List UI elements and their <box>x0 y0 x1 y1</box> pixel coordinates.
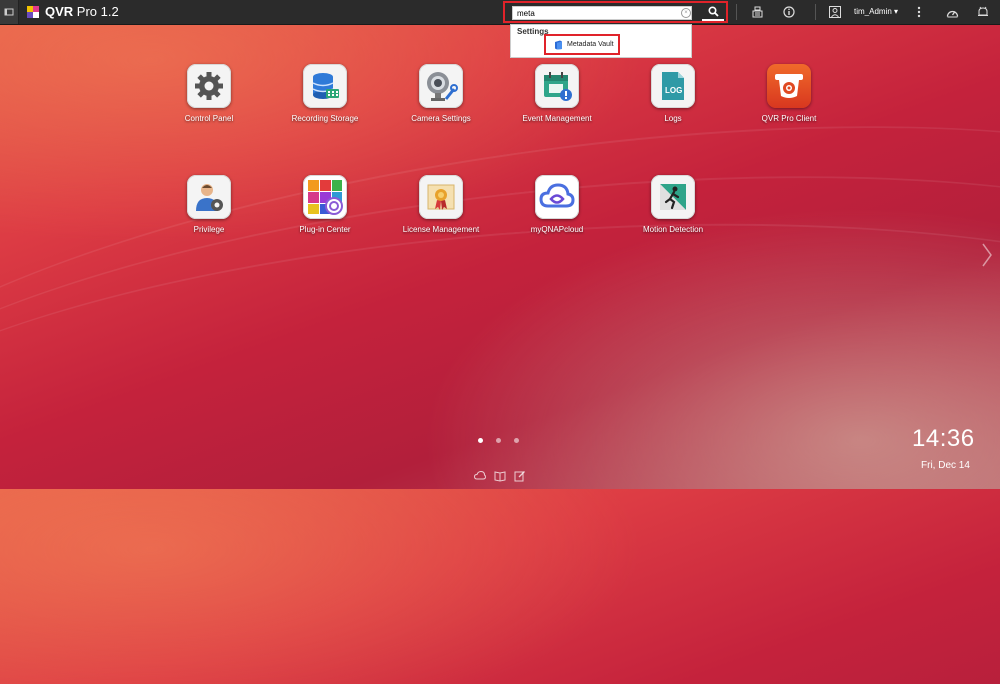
app-tile <box>303 175 347 219</box>
app-version: Pro 1.2 <box>76 4 119 19</box>
privilege-icon <box>196 184 223 211</box>
cloud-link-icon[interactable] <box>474 470 486 482</box>
plugin-icon <box>308 180 343 215</box>
page-dot-2[interactable] <box>496 438 501 443</box>
app-qvr-pro-client[interactable]: QVR Pro Client <box>734 64 844 123</box>
app-event-management[interactable]: Event Management <box>502 64 612 123</box>
feedback-icon[interactable] <box>514 470 526 482</box>
more-options-button[interactable] <box>913 0 925 24</box>
app-tile <box>767 64 811 108</box>
search-icon <box>707 5 719 17</box>
divider <box>815 4 816 20</box>
user-avatar-button[interactable] <box>828 0 842 24</box>
search-button[interactable] <box>702 3 724 21</box>
search-input[interactable] <box>512 6 692 20</box>
app-logs[interactable]: LOG Logs <box>618 64 728 123</box>
dashboard-icon <box>946 10 958 17</box>
svg-text:LOG: LOG <box>665 86 682 95</box>
top-bar: QVR Pro 1.2 × tim_Admin ▾ <box>0 0 1000 25</box>
license-icon <box>427 184 455 210</box>
motion-detection-icon <box>660 184 686 210</box>
menu-icon <box>4 8 14 16</box>
chevron-down-icon: ▾ <box>894 7 899 16</box>
clear-search-icon[interactable]: × <box>681 8 691 18</box>
app-tile <box>303 64 347 108</box>
page-dot-1[interactable] <box>478 438 483 443</box>
page-indicator <box>478 438 519 443</box>
app-label: Event Management <box>522 114 592 123</box>
app-label: Plug-in Center <box>299 225 351 234</box>
user-name: tim_Admin <box>854 7 892 16</box>
event-calendar-icon <box>544 72 572 101</box>
app-label: Control Panel <box>184 114 234 123</box>
search-result-label: Metadata Vault <box>567 41 614 48</box>
app-label: Motion Detection <box>642 225 704 234</box>
dashboard-button[interactable] <box>944 0 960 24</box>
metadata-vault-icon <box>555 40 562 49</box>
gear-icon <box>195 72 223 100</box>
app-tile: LOG <box>651 64 695 108</box>
qvr-client-icon <box>775 74 803 98</box>
cloud-icon <box>539 183 575 208</box>
app-tile <box>419 64 463 108</box>
app-recording-storage[interactable]: Recording Storage <box>270 64 380 123</box>
app-tile <box>535 175 579 219</box>
more-icon <box>917 6 921 18</box>
log-icon: LOG <box>662 72 684 100</box>
page-dot-3[interactable] <box>514 438 519 443</box>
app-tile <box>187 175 231 219</box>
camera-settings-icon <box>427 72 458 101</box>
app-license-management[interactable]: License Management <box>386 175 496 234</box>
app-label: Recording Storage <box>291 114 359 123</box>
notification-icon <box>978 6 988 16</box>
clock-date: Fri, Dec 14 <box>921 460 970 471</box>
app-privilege[interactable]: Privilege <box>154 175 264 234</box>
app-control-panel[interactable]: Control Panel <box>154 64 264 123</box>
notifications-button[interactable] <box>975 0 991 24</box>
search-box: × <box>503 1 728 23</box>
app-label: Logs <box>664 114 682 123</box>
app-motion-detection[interactable]: Motion Detection <box>618 175 728 234</box>
app-myqnapcloud[interactable]: myQNAPcloud <box>502 175 612 234</box>
search-result-metadata-vault[interactable]: Metadata Vault <box>544 34 620 55</box>
storage-icon <box>312 73 339 99</box>
app-label: QVR Pro Client <box>761 114 817 123</box>
tasks-icon <box>752 6 762 18</box>
app-title: QVR Pro 1.2 <box>45 4 119 19</box>
app-tile <box>651 175 695 219</box>
divider <box>736 4 737 20</box>
main-menu-button[interactable] <box>0 0 19 24</box>
app-label: License Management <box>402 225 480 234</box>
background-tasks-button[interactable] <box>749 0 765 24</box>
about-button[interactable] <box>781 0 797 24</box>
info-icon <box>783 6 795 18</box>
user-icon <box>829 6 841 18</box>
app-tile <box>535 64 579 108</box>
next-page-arrow-icon[interactable] <box>980 242 994 268</box>
app-camera-settings[interactable]: Camera Settings <box>386 64 496 123</box>
clock-time: 14:36 <box>912 425 975 452</box>
app-plugin-center[interactable]: Plug-in Center <box>270 175 380 234</box>
app-label: Privilege <box>193 225 225 234</box>
search-results-dropdown: Settings Metadata Vault <box>510 24 692 58</box>
app-tile <box>187 64 231 108</box>
app-tile <box>419 175 463 219</box>
app-name: QVR <box>45 4 74 19</box>
qvr-logo <box>27 6 39 18</box>
app-label: Camera Settings <box>411 114 471 123</box>
help-book-icon[interactable] <box>494 470 506 482</box>
user-menu[interactable]: tim_Admin ▾ <box>854 7 898 16</box>
app-label: myQNAPcloud <box>530 225 584 234</box>
